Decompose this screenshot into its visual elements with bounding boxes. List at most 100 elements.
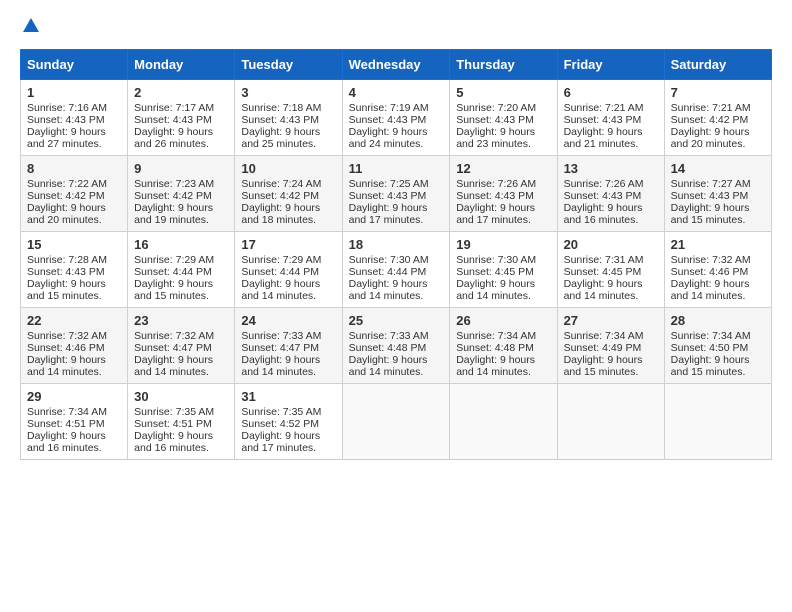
day-number: 4: [349, 85, 444, 100]
calendar-week-row: 29Sunrise: 7:34 AMSunset: 4:51 PMDayligh…: [21, 384, 772, 460]
day-number: 5: [456, 85, 550, 100]
sunset-text: Sunset: 4:43 PM: [456, 114, 534, 126]
daylight-text: Daylight: 9 hours and 25 minutes.: [241, 126, 320, 150]
sunset-text: Sunset: 4:46 PM: [671, 266, 749, 278]
sunrise-text: Sunrise: 7:16 AM: [27, 102, 107, 114]
sunrise-text: Sunrise: 7:22 AM: [27, 178, 107, 190]
sunrise-text: Sunrise: 7:34 AM: [456, 330, 536, 342]
sunset-text: Sunset: 4:42 PM: [27, 190, 105, 202]
daylight-text: Daylight: 9 hours and 14 minutes.: [27, 354, 106, 378]
calendar-cell: 1Sunrise: 7:16 AMSunset: 4:43 PMDaylight…: [21, 80, 128, 156]
daylight-text: Daylight: 9 hours and 17 minutes.: [456, 202, 535, 226]
sunrise-text: Sunrise: 7:34 AM: [27, 406, 107, 418]
daylight-text: Daylight: 9 hours and 14 minutes.: [456, 354, 535, 378]
day-number: 2: [134, 85, 228, 100]
day-number: 26: [456, 313, 550, 328]
calendar-cell: 4Sunrise: 7:19 AMSunset: 4:43 PMDaylight…: [342, 80, 450, 156]
sunrise-text: Sunrise: 7:26 AM: [564, 178, 644, 190]
daylight-text: Daylight: 9 hours and 18 minutes.: [241, 202, 320, 226]
day-number: 9: [134, 161, 228, 176]
sunset-text: Sunset: 4:45 PM: [564, 266, 642, 278]
sunrise-text: Sunrise: 7:27 AM: [671, 178, 751, 190]
sunset-text: Sunset: 4:46 PM: [27, 342, 105, 354]
sunrise-text: Sunrise: 7:34 AM: [671, 330, 751, 342]
sunset-text: Sunset: 4:44 PM: [241, 266, 319, 278]
calendar-cell: 17 Sunrise: 7:29 AMSunset: 4:44 PMDayligh…: [235, 232, 342, 308]
sunrise-text: Sunrise: 7:17 AM: [134, 102, 214, 114]
day-number: 3: [241, 85, 335, 100]
sunrise-text: Sunrise: 7:30 AM: [456, 254, 536, 266]
sunrise-text: Sunrise: 7:29 AM: [134, 254, 214, 266]
sunset-text: Sunset: 4:51 PM: [134, 418, 212, 430]
daylight-text: Daylight: 9 hours and 14 minutes.: [349, 354, 428, 378]
calendar-cell: 12Sunrise: 7:26 AMSunset: 4:43 PMDayligh…: [450, 156, 557, 232]
calendar-header-row: SundayMondayTuesdayWednesdayThursdayFrid…: [21, 50, 772, 80]
calendar-header-monday: Monday: [128, 50, 235, 80]
sunset-text: Sunset: 4:44 PM: [349, 266, 427, 278]
calendar-cell: 28Sunrise: 7:34 AMSunset: 4:50 PMDayligh…: [664, 308, 771, 384]
daylight-text: Daylight: 9 hours and 19 minutes.: [134, 202, 213, 226]
sunrise-text: Sunrise: 7:25 AM: [349, 178, 429, 190]
calendar-cell: 2Sunrise: 7:17 AMSunset: 4:43 PMDaylight…: [128, 80, 235, 156]
day-number: 25: [349, 313, 444, 328]
sunset-text: Sunset: 4:43 PM: [241, 114, 319, 126]
calendar-cell: [557, 384, 664, 460]
calendar-cell: [342, 384, 450, 460]
calendar-cell: 15Sunrise: 7:28 AMSunset: 4:43 PMDayligh…: [21, 232, 128, 308]
day-number: 16: [134, 237, 228, 252]
calendar-header-tuesday: Tuesday: [235, 50, 342, 80]
sunset-text: Sunset: 4:43 PM: [564, 190, 642, 202]
day-number: 10: [241, 161, 335, 176]
day-number: 20: [564, 237, 658, 252]
calendar-cell: 25Sunrise: 7:33 AMSunset: 4:48 PMDayligh…: [342, 308, 450, 384]
calendar-header-thursday: Thursday: [450, 50, 557, 80]
day-number: 14: [671, 161, 765, 176]
daylight-text: Daylight: 9 hours and 14 minutes.: [349, 278, 428, 302]
logo-icon: [22, 16, 40, 34]
calendar-cell: 20Sunrise: 7:31 AMSunset: 4:45 PMDayligh…: [557, 232, 664, 308]
calendar-cell: 31Sunrise: 7:35 AMSunset: 4:52 PMDayligh…: [235, 384, 342, 460]
calendar: SundayMondayTuesdayWednesdayThursdayFrid…: [20, 49, 772, 460]
sunrise-text: Sunrise: 7:28 AM: [27, 254, 107, 266]
daylight-text: Daylight: 9 hours and 27 minutes.: [27, 126, 106, 150]
sunset-text: Sunset: 4:48 PM: [349, 342, 427, 354]
daylight-text: Daylight: 9 hours and 15 minutes.: [27, 278, 106, 302]
calendar-cell: [450, 384, 557, 460]
sunrise-text: Sunrise: 7:29 AM: [241, 254, 321, 266]
calendar-cell: 14Sunrise: 7:27 AMSunset: 4:43 PMDayligh…: [664, 156, 771, 232]
day-number: 1: [27, 85, 121, 100]
sunrise-text: Sunrise: 7:32 AM: [134, 330, 214, 342]
day-number: 23: [134, 313, 228, 328]
daylight-text: Daylight: 9 hours and 20 minutes.: [27, 202, 106, 226]
day-number: 17: [241, 237, 335, 252]
day-number: 24: [241, 313, 335, 328]
daylight-text: Daylight: 9 hours and 14 minutes.: [456, 278, 535, 302]
daylight-text: Daylight: 9 hours and 15 minutes.: [134, 278, 213, 302]
sunset-text: Sunset: 4:42 PM: [134, 190, 212, 202]
sunset-text: Sunset: 4:43 PM: [349, 190, 427, 202]
sunset-text: Sunset: 4:42 PM: [241, 190, 319, 202]
calendar-week-row: 1Sunrise: 7:16 AMSunset: 4:43 PMDaylight…: [21, 80, 772, 156]
day-number: 12: [456, 161, 550, 176]
day-number: 30: [134, 389, 228, 404]
calendar-cell: 6Sunrise: 7:21 AMSunset: 4:43 PMDaylight…: [557, 80, 664, 156]
day-number: 8: [27, 161, 121, 176]
daylight-text: Daylight: 9 hours and 14 minutes.: [134, 354, 213, 378]
sunset-text: Sunset: 4:44 PM: [134, 266, 212, 278]
sunset-text: Sunset: 4:48 PM: [456, 342, 534, 354]
daylight-text: Daylight: 9 hours and 17 minutes.: [241, 430, 320, 454]
sunset-text: Sunset: 4:43 PM: [564, 114, 642, 126]
sunset-text: Sunset: 4:52 PM: [241, 418, 319, 430]
daylight-text: Daylight: 9 hours and 14 minutes.: [241, 278, 320, 302]
calendar-header-friday: Friday: [557, 50, 664, 80]
daylight-text: Daylight: 9 hours and 24 minutes.: [349, 126, 428, 150]
sunrise-text: Sunrise: 7:35 AM: [134, 406, 214, 418]
calendar-cell: 29Sunrise: 7:34 AMSunset: 4:51 PMDayligh…: [21, 384, 128, 460]
daylight-text: Daylight: 9 hours and 16 minutes.: [27, 430, 106, 454]
day-number: 28: [671, 313, 765, 328]
calendar-cell: 7Sunrise: 7:21 AMSunset: 4:42 PMDaylight…: [664, 80, 771, 156]
calendar-cell: 24Sunrise: 7:33 AMSunset: 4:47 PMDayligh…: [235, 308, 342, 384]
calendar-cell: 23Sunrise: 7:32 AMSunset: 4:47 PMDayligh…: [128, 308, 235, 384]
calendar-cell: 30Sunrise: 7:35 AMSunset: 4:51 PMDayligh…: [128, 384, 235, 460]
sunrise-text: Sunrise: 7:33 AM: [241, 330, 321, 342]
